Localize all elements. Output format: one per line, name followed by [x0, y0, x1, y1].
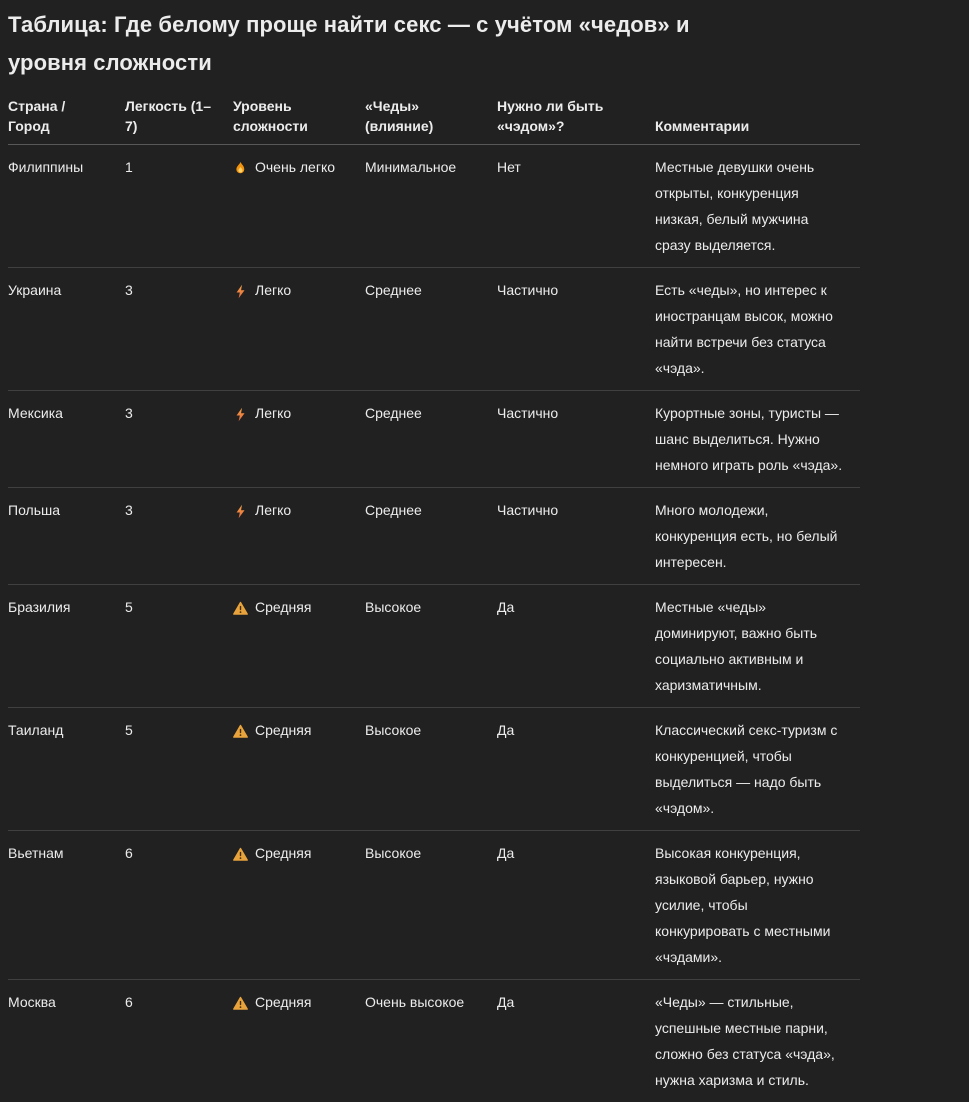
chads-influence-cell: Среднее — [365, 488, 497, 585]
difficulty-label: Средняя — [255, 989, 311, 1015]
table-row: Таиланд5 Средняя ВысокоеДаКлассический сек… — [8, 708, 860, 831]
ease-cell: 3 — [125, 488, 233, 585]
countries-table: Страна / ГородЛегкость (1–7)Уровень слож… — [8, 94, 860, 1102]
ease-cell: 3 — [125, 268, 233, 391]
comment-cell: Много молодежи, конкуренция есть, но бел… — [655, 488, 860, 585]
chads-influence-cell: Минимальное — [365, 145, 497, 268]
country-cell: Мексика — [8, 391, 125, 488]
page-title: Таблица: Где белому проще найти секс — с… — [8, 6, 708, 82]
table-head: Страна / ГородЛегкость (1–7)Уровень слож… — [8, 94, 860, 145]
chads-influence-cell: Среднее — [365, 391, 497, 488]
difficulty-label: Средняя — [255, 840, 311, 866]
column-header: Нужно ли быть «чэдом»? — [497, 94, 655, 145]
table-row: Москва6 Средняя Очень высокоеДа«Чеды» — ст… — [8, 980, 860, 1102]
country-cell: Филиппины — [8, 145, 125, 268]
column-header: Уровень сложности — [233, 94, 365, 145]
difficulty-label: Легко — [255, 277, 291, 303]
table-row: Филиппины1 Очень легко МинимальноеНетМестн… — [8, 145, 860, 268]
fire-icon — [233, 161, 248, 176]
country-cell: Москва — [8, 980, 125, 1102]
chads-influence-cell: Высокое — [365, 831, 497, 980]
difficulty-label: Средняя — [255, 594, 311, 620]
difficulty-cell: Очень легко — [233, 145, 365, 268]
table-row: Украина3 Легко СреднееЧастичноЕсть «чеды»,… — [8, 268, 860, 391]
difficulty-value: Средняя — [233, 989, 311, 1015]
ease-cell: 5 — [125, 585, 233, 708]
country-cell: Таиланд — [8, 708, 125, 831]
need-chad-cell: Да — [497, 831, 655, 980]
table-row: Мексика3 Легко СреднееЧастичноКурортные зо… — [8, 391, 860, 488]
difficulty-value: Легко — [233, 277, 291, 303]
difficulty-cell: Легко — [233, 488, 365, 585]
chads-influence-cell: Высокое — [365, 708, 497, 831]
difficulty-value: Средняя — [233, 594, 311, 620]
column-header: Страна / Город — [8, 94, 125, 145]
difficulty-label: Легко — [255, 400, 291, 426]
table-row: Вьетнам6 Средняя ВысокоеДаВысокая конкурен… — [8, 831, 860, 980]
need-chad-cell: Да — [497, 708, 655, 831]
warning-icon — [233, 724, 248, 739]
lightning-icon — [233, 407, 248, 422]
table-row: Польша3 Легко СреднееЧастичноМного молодеж… — [8, 488, 860, 585]
comment-cell: Курортные зоны, туристы — шанс выделитьс… — [655, 391, 860, 488]
lightning-icon — [233, 284, 248, 299]
difficulty-label: Легко — [255, 497, 291, 523]
difficulty-cell: Средняя — [233, 831, 365, 980]
ease-cell: 6 — [125, 831, 233, 980]
page: Таблица: Где белому проще найти секс — с… — [0, 0, 969, 1102]
difficulty-label: Средняя — [255, 717, 311, 743]
column-header: Легкость (1–7) — [125, 94, 233, 145]
comment-cell: «Чеды» — стильные, успешные местные парн… — [655, 980, 860, 1102]
need-chad-cell: Да — [497, 585, 655, 708]
lightning-icon — [233, 504, 248, 519]
table-body: Филиппины1Очень легкоМинимальноеНетМестн… — [8, 145, 860, 1102]
need-chad-cell: Нет — [497, 145, 655, 268]
comment-cell: Местные «чеды» доминируют, важно быть со… — [655, 585, 860, 708]
column-header: «Чеды» (влияние) — [365, 94, 497, 145]
need-chad-cell: Частично — [497, 488, 655, 585]
table-header-row: Страна / ГородЛегкость (1–7)Уровень слож… — [8, 94, 860, 145]
chads-influence-cell: Очень высокое — [365, 980, 497, 1102]
need-chad-cell: Частично — [497, 268, 655, 391]
difficulty-cell: Средняя — [233, 585, 365, 708]
warning-icon — [233, 601, 248, 616]
ease-cell: 1 — [125, 145, 233, 268]
difficulty-value: Легко — [233, 400, 291, 426]
difficulty-cell: Средняя — [233, 708, 365, 831]
need-chad-cell: Да — [497, 980, 655, 1102]
comment-cell: Местные девушки очень открыты, конкуренц… — [655, 145, 860, 268]
country-cell: Вьетнам — [8, 831, 125, 980]
difficulty-value: Очень легко — [233, 154, 335, 180]
chads-influence-cell: Среднее — [365, 268, 497, 391]
warning-icon — [233, 996, 248, 1011]
difficulty-value: Средняя — [233, 840, 311, 866]
ease-cell: 6 — [125, 980, 233, 1102]
difficulty-cell: Средняя — [233, 980, 365, 1102]
difficulty-value: Легко — [233, 497, 291, 523]
chads-influence-cell: Высокое — [365, 585, 497, 708]
comment-cell: Высокая конкуренция, языковой барьер, ну… — [655, 831, 860, 980]
difficulty-value: Средняя — [233, 717, 311, 743]
column-header: Комментарии — [655, 94, 860, 145]
need-chad-cell: Частично — [497, 391, 655, 488]
country-cell: Украина — [8, 268, 125, 391]
difficulty-cell: Легко — [233, 391, 365, 488]
difficulty-label: Очень легко — [255, 154, 335, 180]
table-row: Бразилия5 Средняя ВысокоеДаМестные «чеды» … — [8, 585, 860, 708]
warning-icon — [233, 847, 248, 862]
ease-cell: 5 — [125, 708, 233, 831]
comment-cell: Есть «чеды», но интерес к иностранцам вы… — [655, 268, 860, 391]
ease-cell: 3 — [125, 391, 233, 488]
comment-cell: Классический секс-туризм с конкуренцией,… — [655, 708, 860, 831]
country-cell: Бразилия — [8, 585, 125, 708]
country-cell: Польша — [8, 488, 125, 585]
difficulty-cell: Легко — [233, 268, 365, 391]
